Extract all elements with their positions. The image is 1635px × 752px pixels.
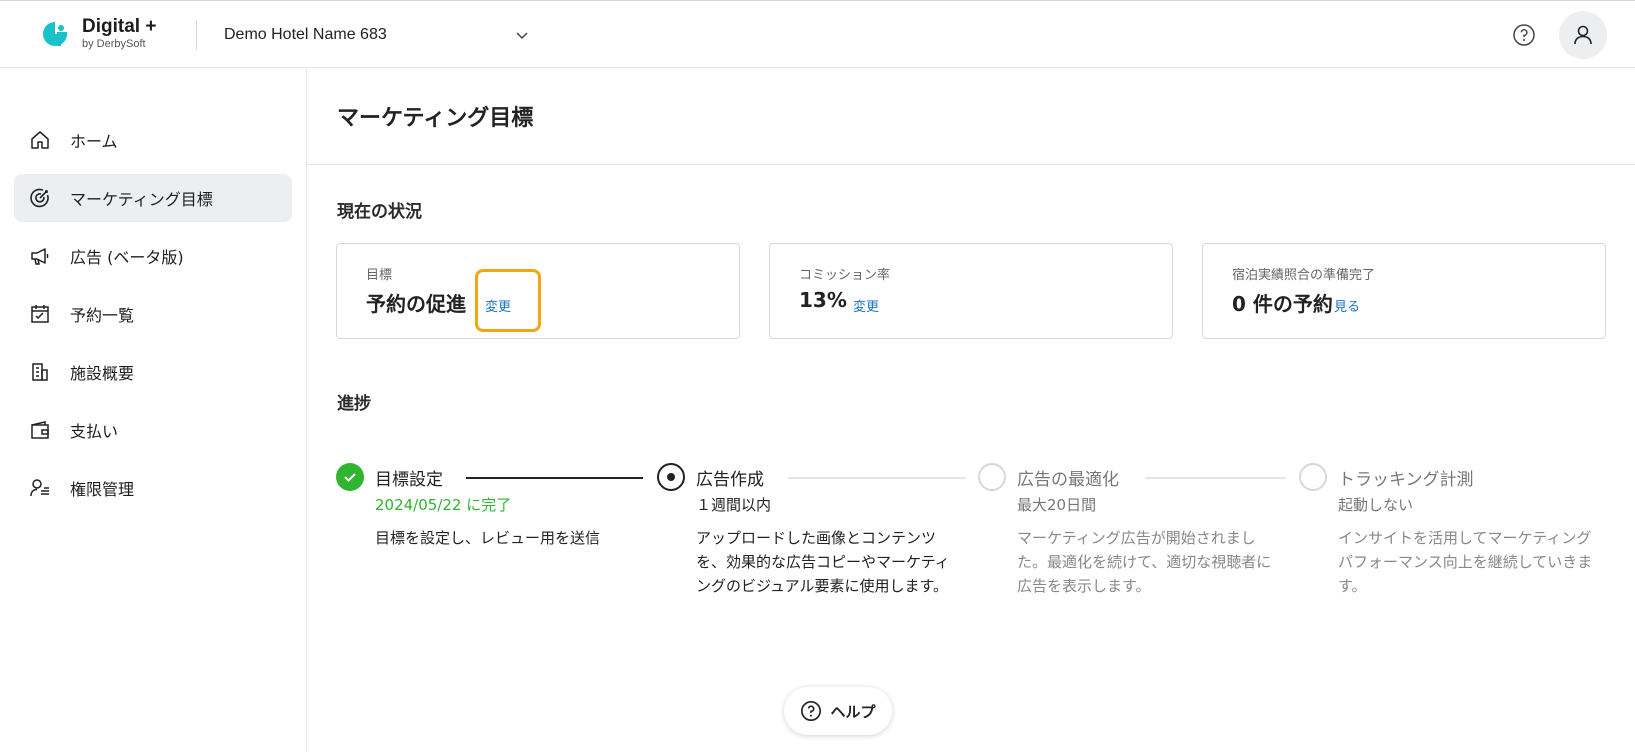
step-connector: [466, 477, 643, 479]
sidebar-item-label: 施設概要: [70, 364, 135, 383]
help-button[interactable]: ヘルプ: [784, 687, 892, 735]
sidebar-item-home[interactable]: ホーム: [14, 116, 292, 164]
header-divider: [196, 20, 197, 50]
brand-subtitle: by DerbySoft: [82, 38, 146, 50]
step-description: インサイトを活用してマーケティング パフォーマンス向上を継続していきます。: [1338, 529, 1593, 595]
step-connector: [1145, 477, 1285, 479]
user-avatar-button[interactable]: [1559, 11, 1607, 59]
progress-section-title: 進捗: [337, 394, 371, 414]
chevron-down-icon: [516, 32, 528, 40]
goal-card: 目標 予約の促進 変更: [336, 243, 740, 339]
help-circle-icon[interactable]: [1512, 23, 1536, 47]
step-description: 目標を設定し、レビュー用を送信: [375, 529, 601, 547]
sidebar-item-property[interactable]: 施設概要: [14, 348, 292, 396]
step-pending-icon: [978, 463, 1006, 491]
reconciliation-card: 宿泊実績照合の準備完了 0 件の予約 見る: [1202, 243, 1606, 339]
user-icon: [1574, 25, 1592, 45]
sidebar-item-label: ホーム: [70, 132, 118, 151]
step-connector: [788, 477, 965, 479]
sidebar-item-marketing-goals[interactable]: マーケティング目標: [14, 174, 292, 222]
sidebar-item-permissions[interactable]: 権限管理: [14, 464, 292, 512]
step-subtitle: １週間以内: [696, 496, 772, 514]
sidebar-item-label: 予約一覧: [70, 306, 135, 325]
megaphone-icon: [28, 244, 52, 268]
step-title: 広告の最適化: [1017, 470, 1119, 490]
title-divider: [307, 164, 1635, 165]
brand-logo[interactable]: Digital + by DerbySoft: [40, 17, 156, 51]
derbysoft-logo-icon: [43, 22, 67, 46]
sidebar-item-label: 広告 (ベータ版): [70, 248, 184, 267]
view-reservations-link[interactable]: 見る: [1334, 296, 1360, 315]
brand-text: Digital + by DerbySoft: [82, 17, 156, 51]
wallet-icon: [28, 418, 52, 442]
step-title: トラッキング計測: [1338, 470, 1474, 490]
card-value: 0 件の予約: [1232, 292, 1333, 316]
target-icon: [28, 186, 52, 210]
card-value: 13%: [799, 288, 847, 312]
sidebar-item-reservations[interactable]: 予約一覧: [14, 290, 292, 338]
help-circle-icon: [801, 701, 822, 721]
card-label: 目標: [366, 268, 393, 283]
step-dot: [667, 473, 675, 481]
home-icon: [28, 128, 52, 152]
step-done-icon: [336, 463, 364, 491]
step-title: 目標設定: [375, 470, 443, 490]
top-header: Digital + by DerbySoft Demo Hotel Name 6…: [0, 1, 1635, 68]
brand-title: Digital +: [82, 16, 157, 37]
step-title: 広告作成: [696, 470, 764, 490]
calendar-check-icon: [28, 302, 52, 326]
step-description: アップロードした画像とコンテンツを、効果的な広告コピーやマーケティングのビジュア…: [696, 529, 950, 595]
sidebar-item-payments[interactable]: 支払い: [14, 406, 292, 454]
step-subtitle: 起動しない: [1338, 496, 1414, 514]
hotel-selector[interactable]: Demo Hotel Name 683: [224, 19, 534, 51]
app-root: Digital + by DerbySoft Demo Hotel Name 6…: [0, 0, 1635, 752]
checkmark-icon: [344, 473, 356, 482]
main-content: マーケティング目標 現在の状況 目標 予約の促進 変更 コミッション率 13% …: [307, 68, 1635, 752]
step-subtitle: 2024/05/22 に完了: [375, 496, 512, 514]
hotel-name: Demo Hotel Name 683: [224, 26, 387, 43]
card-label: コミッション率: [799, 268, 891, 283]
help-label: ヘルプ: [830, 702, 876, 721]
status-section-title: 現在の状況: [337, 202, 422, 222]
sidebar-nav: ホーム マーケティング目標 広告 (ベータ版) 予約一覧 施設概要 支払い 権限…: [0, 68, 307, 752]
change-goal-link[interactable]: 変更: [485, 296, 511, 315]
change-commission-link[interactable]: 変更: [853, 296, 879, 315]
step-description: マーケティング広告が開始されました。最適化を続けて、適切な視聴者に広告を表示しま…: [1017, 529, 1272, 595]
card-label: 宿泊実績照合の準備完了: [1232, 268, 1376, 283]
step-current-icon: [657, 463, 685, 491]
sidebar-item-label: 権限管理: [70, 480, 135, 499]
commission-card: コミッション率 13% 変更: [769, 243, 1173, 339]
card-value: 予約の促進: [366, 292, 466, 316]
step-pending-icon: [1299, 463, 1327, 491]
sidebar-item-label: マーケティング目標: [70, 190, 213, 209]
building-icon: [28, 360, 52, 384]
step-subtitle: 最大20日間: [1017, 496, 1097, 514]
sidebar-item-ads[interactable]: 広告 (ベータ版): [14, 232, 292, 280]
sidebar-item-label: 支払い: [70, 422, 119, 441]
page-title: マーケティング目標: [337, 106, 534, 131]
user-list-icon: [28, 476, 52, 500]
